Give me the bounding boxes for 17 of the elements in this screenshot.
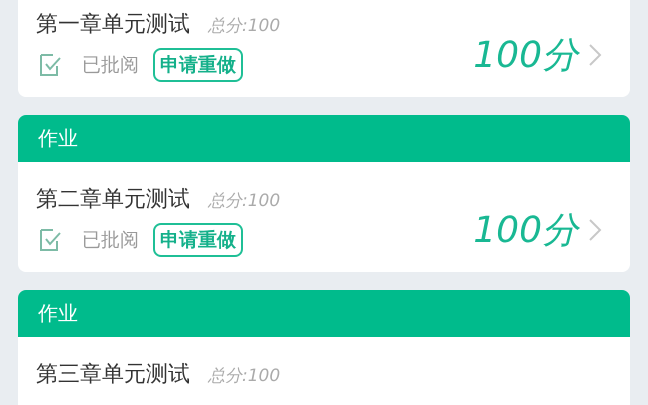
test-title: 第三章单元测试: [36, 361, 190, 389]
total-score: 总分:100: [208, 15, 280, 37]
review-status: 已批阅: [82, 53, 139, 78]
test-title: 第一章单元测试: [36, 11, 190, 39]
card-header: 作业: [18, 290, 630, 337]
score: 100分: [473, 208, 578, 252]
card-header: 作业: [18, 115, 630, 162]
chevron-right-icon[interactable]: [588, 42, 602, 68]
assignment-card[interactable]: 第一章单元测试 总分:100 已批阅 申请重做 100分: [18, 0, 630, 97]
total-score: 总分:100: [208, 365, 280, 387]
assignment-card[interactable]: 作业 第二章单元测试 总分:100 已批阅 申请重做 100分: [18, 115, 630, 272]
total-score: 总分:100: [208, 190, 280, 212]
test-title: 第二章单元测试: [36, 186, 190, 214]
review-status: 已批阅: [82, 228, 139, 253]
score: 100分: [473, 34, 578, 78]
assignment-card[interactable]: 作业 第三章单元测试 总分:100: [18, 290, 630, 405]
chevron-right-icon[interactable]: [588, 217, 602, 243]
